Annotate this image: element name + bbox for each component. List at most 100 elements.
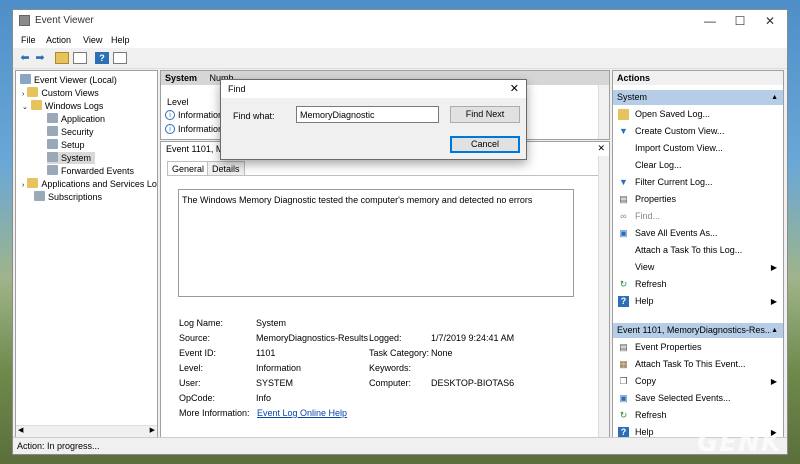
- folder-icon: [618, 109, 629, 120]
- find-dialog-close-button[interactable]: ✕: [510, 82, 519, 95]
- navigation-tree: Event Viewer (Local) › Custom Views ⌄ Wind…: [15, 70, 158, 438]
- column-level[interactable]: Level: [167, 97, 189, 107]
- event-details-title: Event 1101, Mi: [166, 144, 226, 154]
- tree-log-security[interactable]: Security: [47, 126, 94, 138]
- event-row[interactable]: i Information: [165, 110, 223, 120]
- action-item[interactable]: Import Custom View...: [613, 140, 783, 157]
- actions-section-event[interactable]: Event 1101, MemoryDiagnostics-Res... ▲: [613, 323, 783, 338]
- action-item[interactable]: ▼ Filter Current Log...: [613, 174, 783, 191]
- log-icon: [47, 152, 58, 162]
- close-button[interactable]: ✕: [755, 12, 785, 30]
- back-arrow-icon[interactable]: ⬅: [18, 52, 32, 64]
- tree-custom-views[interactable]: › Custom Views: [22, 87, 99, 99]
- actions-section-system[interactable]: System ▲: [613, 90, 783, 105]
- details-vertical-scrollbar[interactable]: [598, 156, 609, 437]
- scroll-right-icon[interactable]: ▶: [150, 426, 155, 434]
- find-next-button[interactable]: Find Next: [450, 106, 520, 123]
- action-item[interactable]: ∞ Find...: [613, 208, 783, 225]
- action-item[interactable]: Clear Log...: [613, 157, 783, 174]
- action-item[interactable]: ❐ Copy ▶: [613, 373, 783, 390]
- action-item[interactable]: ? Help ▶: [613, 293, 783, 310]
- tree-log-application[interactable]: Application: [47, 113, 105, 125]
- minimize-button[interactable]: —: [695, 12, 725, 30]
- event-id-label: Event ID:: [179, 348, 217, 358]
- find-dialog-titlebar: Find ✕: [221, 80, 526, 98]
- chevron-down-icon[interactable]: ⌄: [22, 104, 28, 111]
- vertical-scrollbar[interactable]: [598, 85, 609, 139]
- task-category-value: None: [431, 348, 453, 358]
- computer-value: DESKTOP-BIOTAS6: [431, 378, 515, 388]
- cancel-button[interactable]: Cancel: [450, 136, 520, 153]
- tree-log-system[interactable]: System: [47, 152, 96, 164]
- subscriptions-icon: [34, 191, 45, 201]
- tree-subscriptions[interactable]: Subscriptions: [34, 191, 102, 203]
- save-icon: ▣: [619, 228, 628, 238]
- menu-help[interactable]: Help: [111, 35, 130, 45]
- copy-icon: ❐: [619, 376, 628, 386]
- console-icon[interactable]: [73, 52, 87, 64]
- action-item[interactable]: Open Saved Log...: [613, 106, 783, 123]
- actions-list-system: Open Saved Log... ▼ Create Custom View... I…: [613, 106, 783, 311]
- tab-divider: [167, 175, 603, 176]
- information-icon: i: [165, 124, 175, 134]
- event-viewer-icon: [20, 74, 31, 84]
- chevron-right-icon[interactable]: ›: [22, 91, 24, 98]
- computer-label: Computer:: [369, 378, 412, 388]
- menu-file[interactable]: File: [21, 35, 36, 45]
- save-icon: ▣: [619, 393, 628, 403]
- action-item[interactable]: ▣ Save All Events As...: [613, 225, 783, 242]
- find-what-label: Find what:: [233, 111, 275, 121]
- event-details-panel: Event 1101, Mi ✕ General Details The Win…: [160, 141, 610, 438]
- menu-view[interactable]: View: [83, 35, 102, 45]
- refresh-icon: ↻: [619, 410, 628, 420]
- app-icon: [19, 15, 30, 26]
- folder-icon: [30, 100, 42, 110]
- maximize-button[interactable]: ☐: [725, 12, 755, 30]
- scroll-left-icon[interactable]: ◀: [18, 426, 23, 434]
- forward-arrow-icon[interactable]: ➡: [33, 52, 47, 64]
- actions-pane: Actions System ▲ Open Saved Log... ▼ Creat…: [612, 70, 784, 438]
- title-bar: Event Viewer — ☐ ✕: [13, 10, 787, 32]
- menu-action[interactable]: Action: [46, 35, 71, 45]
- tree-windows-logs[interactable]: ⌄ Windows Logs: [22, 100, 103, 112]
- chevron-right-icon[interactable]: ›: [22, 182, 24, 189]
- properties-icon[interactable]: [113, 52, 127, 64]
- log-icon: [47, 139, 58, 149]
- collapse-up-icon[interactable]: ▲: [771, 90, 778, 105]
- event-row[interactable]: i Information: [165, 124, 223, 134]
- action-item[interactable]: ↻ Refresh: [613, 276, 783, 293]
- details-close-icon[interactable]: ✕: [597, 143, 605, 154]
- action-item[interactable]: ▣ Save Selected Events...: [613, 390, 783, 407]
- tree-root[interactable]: Event Viewer (Local): [20, 74, 117, 86]
- event-message-box[interactable]: The Windows Memory Diagnostic tested the…: [178, 189, 574, 297]
- folder-icon: [27, 87, 39, 97]
- opcode-label: OpCode:: [179, 393, 216, 403]
- tree-log-forwarded-events[interactable]: Forwarded Events: [47, 165, 134, 177]
- action-item[interactable]: View ▶: [613, 259, 783, 276]
- tab-general[interactable]: General: [167, 161, 210, 176]
- tree-log-setup[interactable]: Setup: [47, 139, 85, 151]
- action-item[interactable]: ▦ Attach Task To This Event...: [613, 356, 783, 373]
- log-icon: [47, 126, 58, 136]
- horizontal-scrollbar[interactable]: ◀ ▶: [16, 425, 157, 437]
- properties-icon: ▤: [619, 342, 628, 352]
- logged-value: 1/7/2019 9:24:41 AM: [431, 333, 515, 343]
- action-item[interactable]: Attach a Task To this Log...: [613, 242, 783, 259]
- log-name-value: System: [256, 318, 287, 328]
- actions-list-event: ▤ Event Properties ▦ Attach Task To This Ev…: [613, 339, 783, 437]
- action-item[interactable]: ▤ Event Properties: [613, 339, 783, 356]
- filter-icon: ▼: [619, 177, 628, 187]
- event-log-help-link[interactable]: Event Log Online Help: [257, 408, 347, 418]
- status-bar: Action: In progress...: [13, 437, 787, 454]
- action-item[interactable]: ↻ Refresh: [613, 407, 783, 424]
- logged-label: Logged:: [369, 333, 402, 343]
- collapse-up-icon[interactable]: ▲: [771, 323, 778, 338]
- tab-details[interactable]: Details: [207, 161, 245, 176]
- action-item[interactable]: ▤ Properties: [613, 191, 783, 208]
- folder-icon[interactable]: [55, 52, 69, 64]
- action-item[interactable]: ▼ Create Custom View...: [613, 123, 783, 140]
- user-value: SYSTEM: [256, 378, 294, 388]
- tree-apps-services[interactable]: › Applications and Services Lo: [22, 178, 157, 190]
- find-what-input[interactable]: [296, 106, 439, 123]
- help-icon[interactable]: ?: [95, 52, 109, 64]
